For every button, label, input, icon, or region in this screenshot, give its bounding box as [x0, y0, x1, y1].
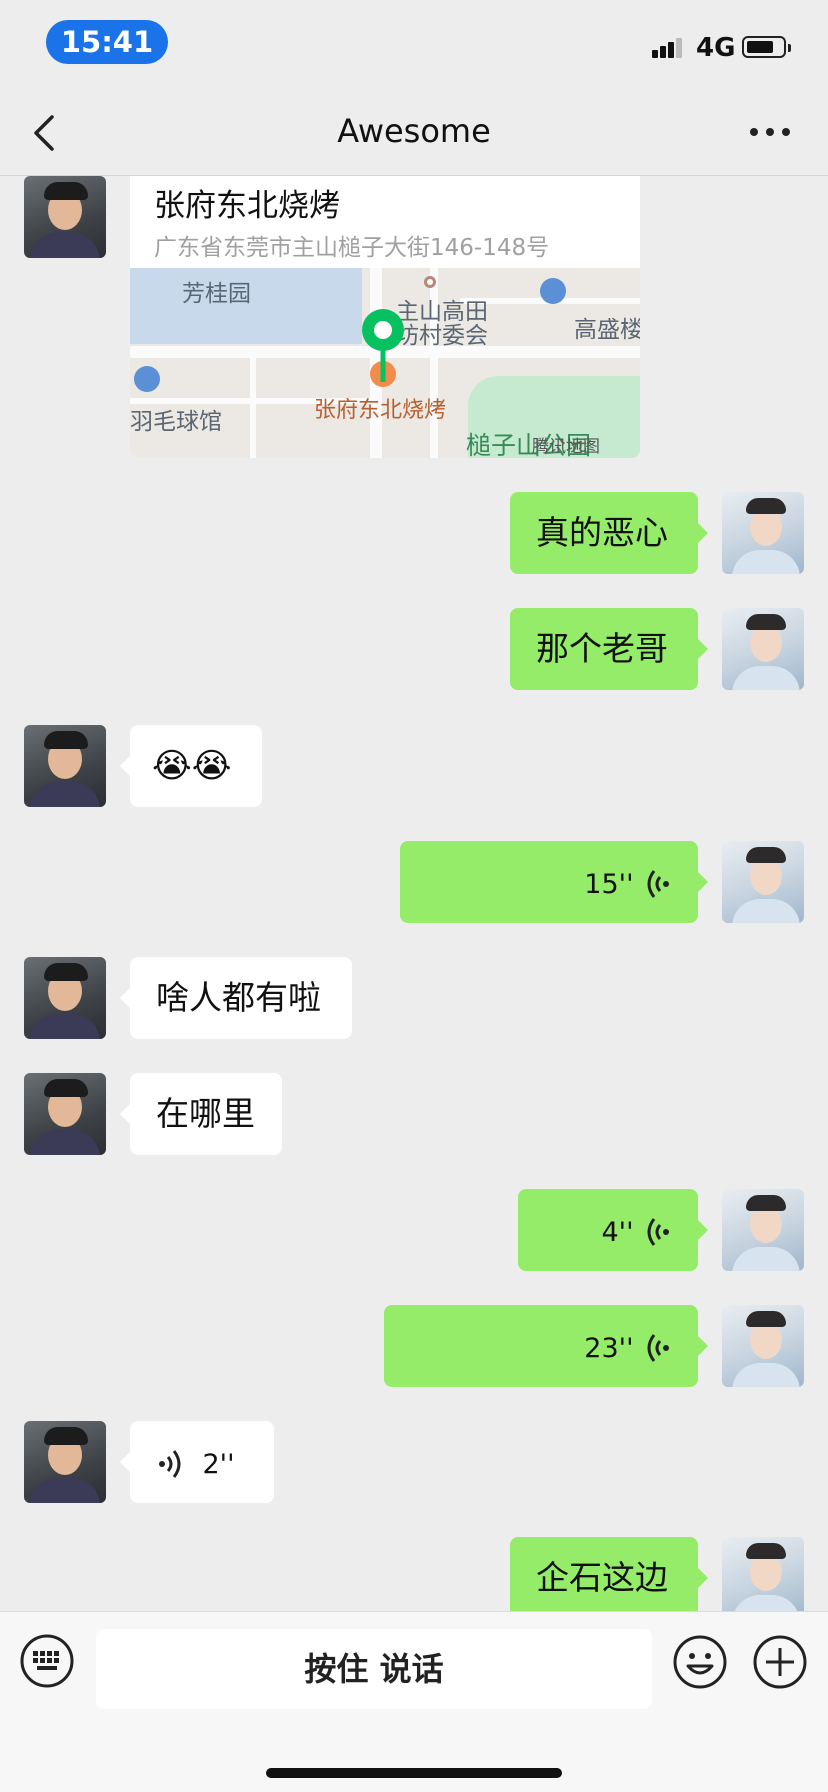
map-label-committee: 主山高田 坊村委会	[396, 299, 488, 349]
message-bubble[interactable]: 那个老哥	[510, 608, 708, 690]
location-address: 广东省东莞市主山槌子大街146-148号	[154, 235, 550, 261]
message-bubble[interactable]: 企石这边	[510, 1537, 708, 1611]
location-card[interactable]: 张府东北烧烤 广东省东莞市主山槌子大街146-148号 芳桂园 主山高田 坊村委…	[130, 176, 640, 458]
battery-icon	[742, 36, 791, 58]
map-provider-label: 腾讯地图	[532, 437, 600, 457]
voice-duration: 23''	[584, 1333, 634, 1364]
contact-avatar[interactable]	[24, 176, 106, 258]
self-avatar[interactable]	[722, 1305, 804, 1387]
status-time: 15:41	[46, 20, 168, 64]
location-map[interactable]: 芳桂园 主山高田 坊村委会 高盛楼 羽毛球馆 张府东北烧烤 槌子山公园 腾讯地图	[130, 268, 640, 458]
voice-message[interactable]: 2''	[120, 1421, 274, 1503]
signal-icon	[652, 36, 688, 58]
message-bubble[interactable]: 😭😭	[120, 725, 262, 807]
self-avatar[interactable]	[722, 492, 804, 574]
voice-icon	[159, 1449, 181, 1478]
keyboard-icon[interactable]	[20, 1634, 74, 1688]
plus-icon[interactable]	[752, 1634, 808, 1690]
voice-message[interactable]: 4''	[518, 1189, 708, 1271]
voice-icon	[647, 1333, 669, 1362]
message-bubble[interactable]: 啥人都有啦	[120, 957, 352, 1039]
self-avatar[interactable]	[722, 1189, 804, 1271]
status-bar: 15:41 4G	[0, 0, 828, 90]
gym-marker-icon	[134, 366, 160, 392]
map-label-poi: 张府东北烧烤	[314, 398, 447, 423]
self-avatar[interactable]	[722, 1537, 804, 1611]
self-avatar[interactable]	[722, 608, 804, 690]
network-type: 4G	[696, 33, 736, 63]
message-bubble[interactable]: 在哪里	[120, 1073, 282, 1155]
contact-avatar[interactable]	[24, 725, 106, 807]
voice-message[interactable]: 23''	[384, 1305, 708, 1387]
message-bubble[interactable]: 真的恶心	[510, 492, 708, 574]
more-icon[interactable]	[750, 128, 790, 138]
voice-duration: 2''	[202, 1449, 235, 1480]
poi-marker-icon	[424, 276, 436, 288]
home-indicator[interactable]	[266, 1768, 562, 1778]
hold-to-talk-button[interactable]: 按住 说话	[96, 1629, 652, 1709]
voice-message[interactable]: 15''	[400, 841, 708, 923]
contact-avatar[interactable]	[24, 1421, 106, 1503]
voice-icon	[647, 1217, 669, 1246]
map-pin-icon	[362, 309, 404, 387]
map-label-building: 高盛楼	[574, 317, 640, 343]
voice-duration: 15''	[584, 869, 634, 900]
self-avatar[interactable]	[722, 841, 804, 923]
building-marker-icon	[540, 278, 566, 304]
chat-title: Awesome	[337, 112, 491, 150]
contact-avatar[interactable]	[24, 1073, 106, 1155]
chat-area[interactable]: 张府东北烧烤 广东省东莞市主山槌子大街146-148号 芳桂园 主山高田 坊村委…	[0, 176, 828, 1611]
voice-icon	[647, 869, 669, 898]
location-name: 张府东北烧烤	[154, 188, 340, 224]
emoji-icon[interactable]	[672, 1634, 728, 1690]
map-label-area: 芳桂园	[182, 281, 251, 307]
nav-bar: Awesome	[0, 90, 828, 176]
contact-avatar[interactable]	[24, 957, 106, 1039]
map-label-gym: 羽毛球馆	[130, 409, 222, 435]
voice-duration: 4''	[601, 1217, 634, 1248]
input-bar: 按住 说话	[0, 1611, 828, 1792]
